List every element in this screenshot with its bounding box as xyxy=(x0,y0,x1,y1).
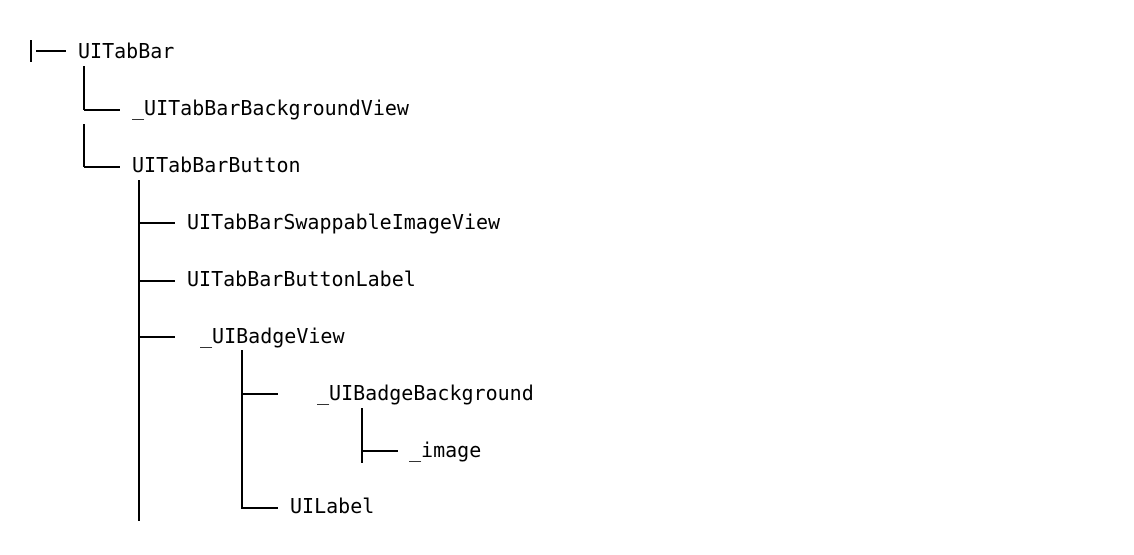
node-uilabel: UILabel xyxy=(290,494,374,518)
view-hierarchy-diagram: UITabBar _UITabBarBackgroundView UITabBa… xyxy=(30,39,534,521)
node-badge-view: _UIBadgeView xyxy=(200,324,345,348)
node-uitabbar: UITabBar xyxy=(78,39,174,63)
node-swappable-image-view: UITabBarSwappableImageView xyxy=(187,210,501,234)
node-uitabbar-button: UITabBarButton xyxy=(132,153,301,177)
node-uitabbar-background-view: _UITabBarBackgroundView xyxy=(132,96,410,120)
node-button-label: UITabBarButtonLabel xyxy=(187,267,416,291)
node-image: _image xyxy=(409,438,481,462)
node-badge-background: _UIBadgeBackground xyxy=(317,381,534,405)
